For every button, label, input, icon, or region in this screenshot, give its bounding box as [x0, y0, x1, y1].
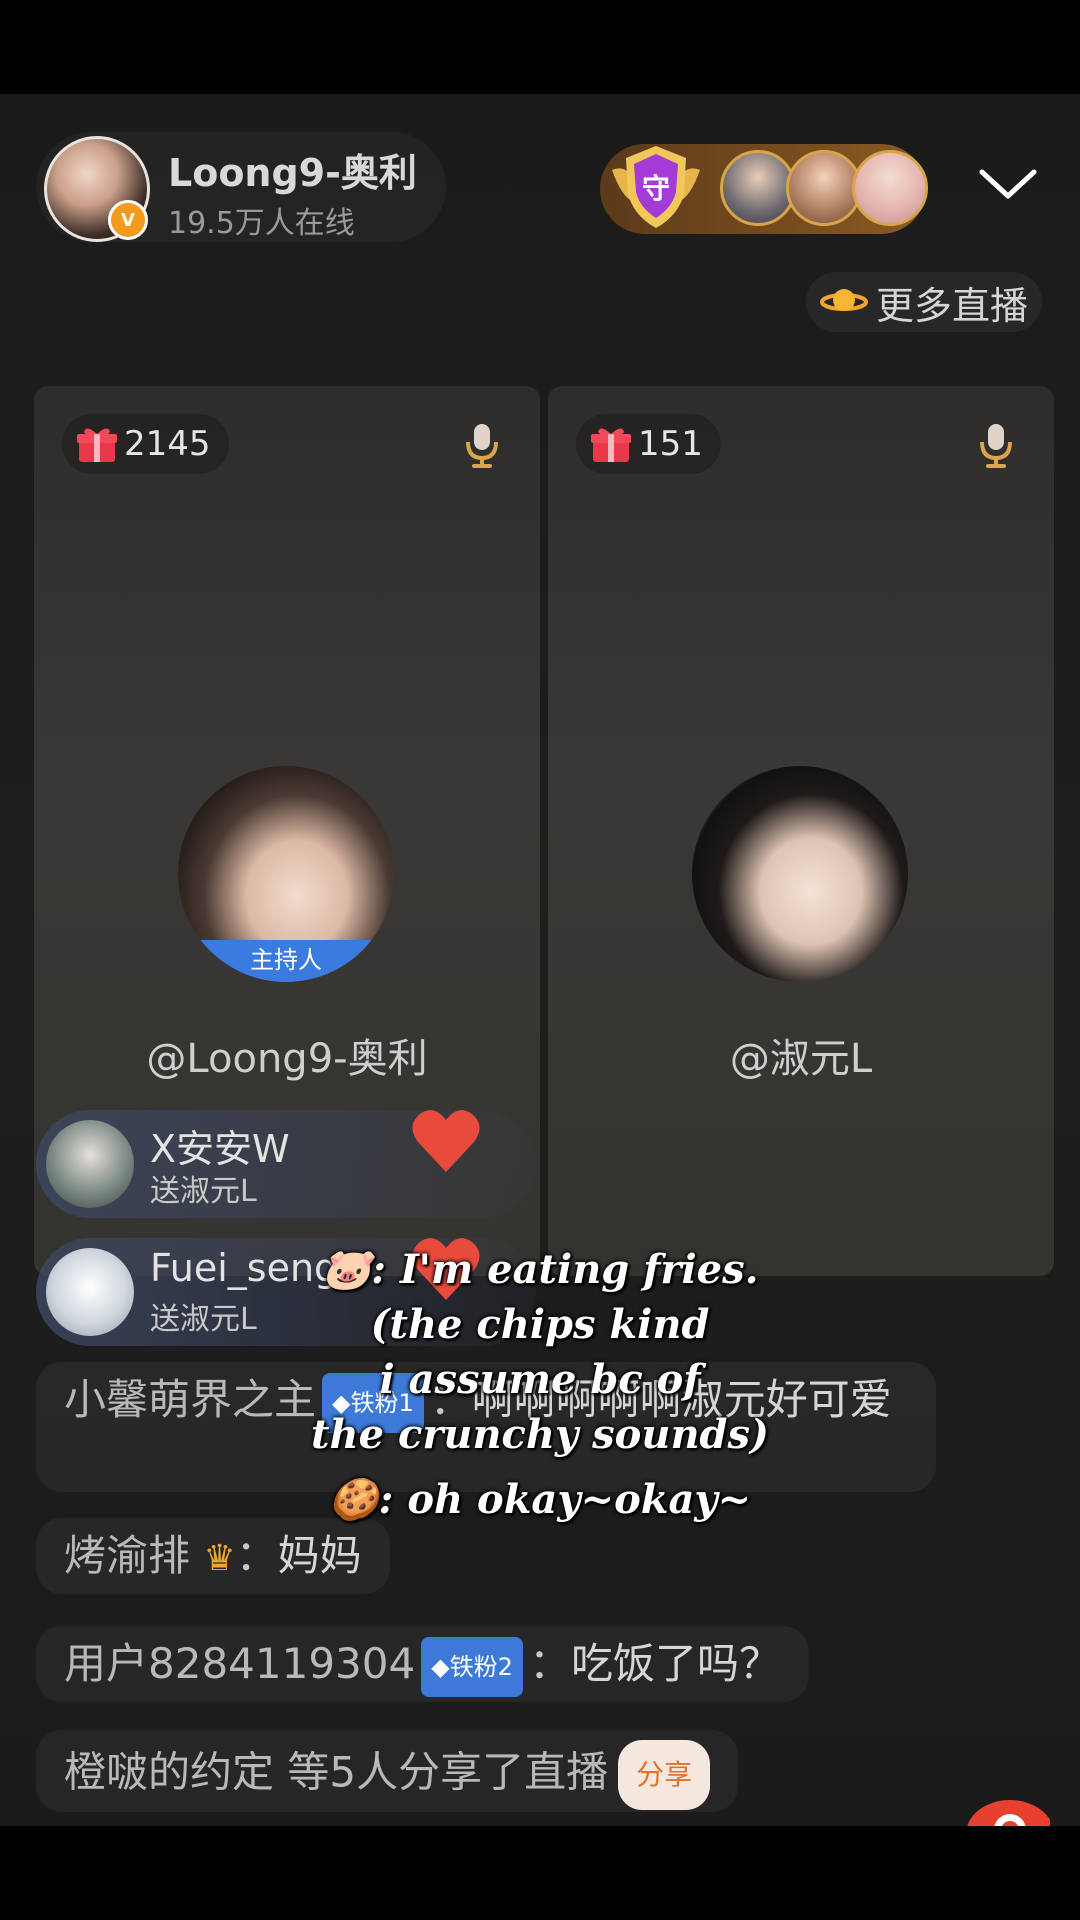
heart-gift-icon: [412, 1110, 480, 1172]
chat-separator: ：: [235, 1531, 278, 1580]
gift-count: 151: [638, 424, 703, 464]
guard-shield-icon[interactable]: 守: [604, 140, 708, 236]
caption-line: 🍪: oh okay~okay~: [328, 1476, 752, 1523]
microphone-icon[interactable]: [462, 422, 502, 470]
sender-avatar[interactable]: [46, 1120, 134, 1208]
host-name[interactable]: Loong9-奥利: [168, 142, 417, 197]
gift-count-pill[interactable]: 151: [576, 414, 721, 474]
sender-name: X安安W: [150, 1127, 290, 1171]
chat-text: 吃饭了吗？: [570, 1639, 781, 1688]
gift-icon: [77, 428, 117, 462]
verified-icon: V: [108, 200, 148, 240]
collapse-button[interactable]: [970, 146, 1046, 222]
chat-separator: ：: [528, 1639, 571, 1688]
crown-icon: ♛: [203, 1538, 236, 1579]
gift-count: 2145: [124, 424, 211, 464]
planet-icon: [820, 289, 868, 311]
more-live-button[interactable]: 更多直播: [806, 272, 1043, 332]
fan-avatar[interactable]: [786, 150, 862, 226]
share-notice-text: 橙啵的约定 等5人分享了直播: [64, 1747, 609, 1797]
caption-line: 🐷: I'm eating fries.: [321, 1246, 759, 1293]
gift-text: 送淑元L: [150, 1174, 257, 1209]
gift-count-pill[interactable]: 2145: [62, 414, 229, 474]
seat-name[interactable]: @Loong9-奥利: [34, 1026, 540, 1084]
fan-badge-label: 铁粉2: [449, 1652, 513, 1681]
fan-avatar[interactable]: [852, 150, 928, 226]
chat-username[interactable]: 用户8284119304: [64, 1639, 415, 1688]
chevron-down-icon: [979, 169, 1037, 199]
chat-username[interactable]: 烤渝排: [64, 1531, 190, 1580]
chat-text: 妈妈: [277, 1531, 362, 1580]
share-notice: 橙啵的约定 等5人分享了直播 分享: [36, 1730, 739, 1812]
share-button[interactable]: 分享: [618, 1740, 711, 1810]
host-tag: 主持人: [178, 940, 394, 982]
gift-notice: X安安W 送淑元L: [36, 1110, 536, 1218]
caption-line: (the chips kind: [370, 1301, 710, 1348]
fan-avatar[interactable]: [720, 150, 796, 226]
seat-name[interactable]: @淑元L: [548, 1026, 1054, 1084]
seat-guest[interactable]: 151 @淑元L: [548, 386, 1054, 1276]
gift-icon: [591, 428, 631, 462]
chat-message[interactable]: 烤渝排 ♛：妈妈: [36, 1518, 390, 1594]
microphone-icon[interactable]: [976, 422, 1016, 470]
svg-text:守: 守: [642, 172, 670, 205]
chat-message[interactable]: 用户8284119304 ◆铁粉2 ：吃饭了吗？: [36, 1626, 809, 1702]
more-live-label: 更多直播: [876, 283, 1029, 328]
seat-avatar[interactable]: 主持人: [178, 766, 394, 982]
live-room: V Loong9-奥利 19.5万人在线 守 更多直播 2145 主持人 @Lo…: [0, 94, 1080, 1826]
sender-avatar[interactable]: [46, 1248, 134, 1336]
caption-line: i assume bc of: [379, 1356, 701, 1403]
subtitle-caption: 🐷: I'm eating fries. (the chips kind i a…: [240, 1242, 840, 1527]
fan-badge: ◆铁粉2: [421, 1636, 523, 1697]
online-count: 19.5万人在线: [168, 206, 355, 241]
gift-box-icon[interactable]: [958, 1784, 1050, 1826]
seat-avatar[interactable]: [692, 766, 908, 982]
caption-line: the crunchy sounds): [311, 1411, 769, 1458]
